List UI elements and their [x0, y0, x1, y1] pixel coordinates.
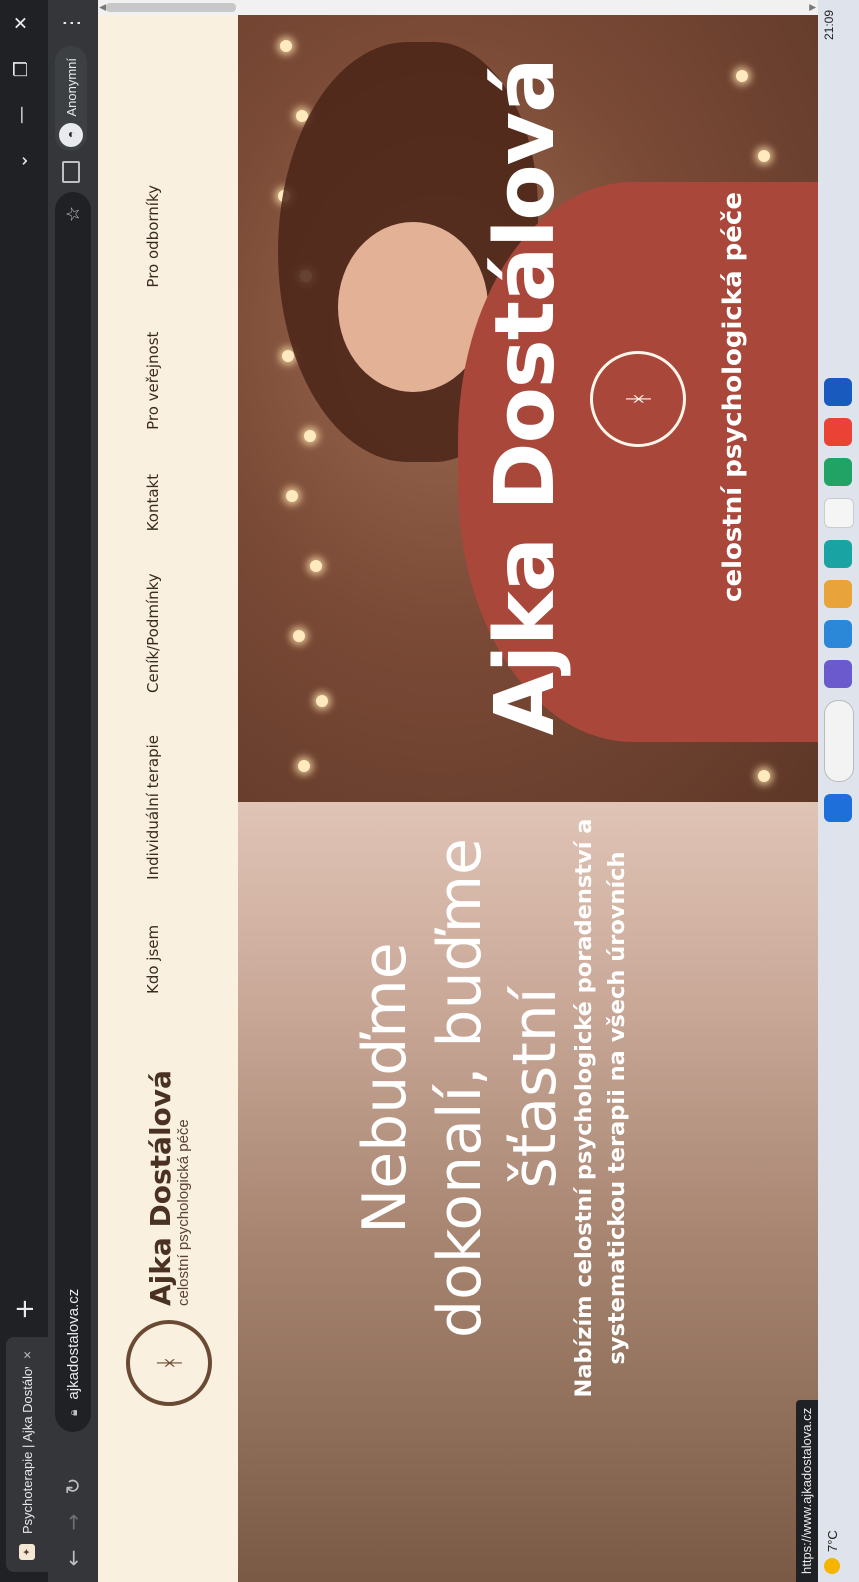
windows-taskbar: 7°C 21:09: [818, 0, 859, 1582]
site-header: ᚼ Ajka Dostálová celostní psychologická …: [98, 15, 238, 1582]
tab-psychoterapie[interactable]: ✦ Psychoterapie | Ajka Dostálová – ×: [6, 1337, 48, 1572]
file-explorer-icon[interactable]: [824, 580, 852, 608]
brand-name: Ajka Dostálová: [143, 1070, 177, 1306]
brand-logo-icon: ᚼ: [126, 1320, 212, 1406]
brand-tagline: celostní psychologická péče: [175, 1119, 193, 1306]
side-panel-icon[interactable]: [62, 160, 80, 183]
main-menu: Kdo jsem Individuální terapie Ceník/Podm…: [144, 185, 162, 994]
word-icon[interactable]: [824, 378, 852, 406]
scroll-down-icon[interactable]: ▼: [808, 0, 818, 15]
scrollbar-thumb[interactable]: [106, 3, 236, 12]
start-icon[interactable]: [824, 794, 852, 822]
minimize-icon[interactable]: —: [0, 92, 48, 138]
excel-icon[interactable]: [824, 458, 852, 486]
restore-icon[interactable]: ❐: [0, 46, 48, 92]
weather-widget[interactable]: 7°C: [824, 1530, 840, 1574]
tab-search-chevron-icon[interactable]: ⌄: [0, 138, 48, 184]
hero-headline: Nebuďme dokonalí, buďme šťastní: [350, 838, 570, 1338]
menu-item-kdo-jsem[interactable]: Kdo jsem: [144, 925, 162, 994]
incognito-icon: ◓: [59, 122, 83, 147]
browser-toolbar: ← → ↻ 🔒︎ ajkadostalova.cz ☆ ◓ Anonymní ⋮: [48, 0, 98, 1582]
bookmark-star-icon[interactable]: ☆: [63, 206, 84, 222]
task-view-icon[interactable]: [824, 660, 852, 688]
edge-icon[interactable]: [824, 620, 852, 648]
tab-close-icon[interactable]: ×: [19, 1343, 35, 1367]
back-arrow-icon[interactable]: ←: [55, 1540, 91, 1576]
menu-item-pro-odborniky[interactable]: Pro odborníky: [144, 185, 162, 288]
link-status-bubble: https://www.ajkadostalova.cz: [796, 1399, 818, 1582]
taskbar-clock[interactable]: 21:09: [822, 10, 836, 40]
hero-subheadline: Nabízím celostní psychologické poradenst…: [571, 818, 630, 1398]
tab-title: Psychoterapie | Ajka Dostálová –: [19, 1367, 35, 1534]
lock-icon: 🔒︎: [65, 1409, 80, 1416]
calendar-icon[interactable]: [824, 498, 854, 528]
tab-strip: ✦ Psychoterapie | Ajka Dostálová – × + ⌄…: [0, 0, 48, 1582]
incognito-profile-button[interactable]: ◓ Anonymní: [55, 46, 87, 151]
web-page: ᚼ Ajka Dostálová celostní psychologická …: [98, 15, 818, 1582]
temperature: 7°C: [824, 1530, 840, 1552]
hero-emblem-icon: ᚼ: [590, 351, 686, 447]
menu-item-cenik[interactable]: Ceník/Podmínky: [144, 573, 162, 693]
reload-icon[interactable]: ↻: [55, 1468, 91, 1504]
forward-arrow-icon[interactable]: →: [55, 1504, 91, 1540]
menu-item-individualni-terapie[interactable]: Individuální terapie: [144, 735, 162, 880]
taskbar-apps: [824, 378, 854, 822]
site-favicon-icon: ✦: [19, 1544, 35, 1560]
menu-item-kontakt[interactable]: Kontakt: [144, 474, 162, 531]
menu-kebab-icon[interactable]: ⋮: [59, 10, 83, 36]
close-window-icon[interactable]: ✕: [0, 0, 48, 46]
browser-window: ✦ Psychoterapie | Ajka Dostálová – × + ⌄…: [0, 0, 859, 1582]
hero-photo: Ajka Dostálová ᚼ celostní psychologická …: [238, 15, 818, 802]
vertical-scrollbar[interactable]: ▲ ▼: [98, 0, 818, 15]
profile-label: Anonymní: [63, 58, 79, 117]
chrome-icon[interactable]: [824, 418, 852, 446]
site-brand[interactable]: ᚼ Ajka Dostálová celostní psychologická …: [126, 1070, 212, 1406]
menu-item-pro-verejnost[interactable]: Pro veřejnost: [144, 332, 162, 430]
address-bar[interactable]: 🔒︎ ajkadostalova.cz ☆: [55, 192, 91, 1432]
search-icon[interactable]: [824, 700, 854, 782]
store-icon[interactable]: [824, 540, 852, 568]
hero-tagline: celostní psychologická péče: [718, 192, 748, 602]
address-url: ajkadostalova.cz: [64, 1288, 82, 1400]
clock-time: 21:09: [822, 10, 836, 41]
sun-icon: [824, 1558, 840, 1574]
hero-name: Ajka Dostálová: [478, 58, 573, 736]
new-tab-button[interactable]: +: [10, 1294, 40, 1324]
hero-text-panel: Nebuďme dokonalí, buďme šťastní Nabízím …: [238, 802, 818, 1582]
